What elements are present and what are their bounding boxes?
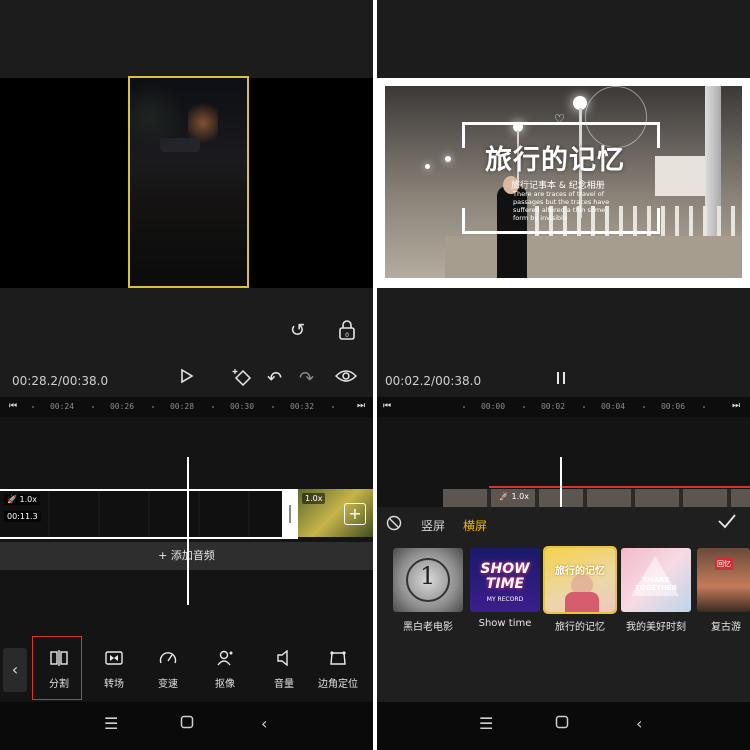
template-card-selected[interactable]: 旅行的记忆 旅行的记忆 — [543, 546, 617, 633]
clip-selection-line — [489, 486, 750, 488]
clip-speed-badge: 🚀 1.0x — [499, 492, 529, 501]
tab-landscape[interactable]: 横屏 — [463, 517, 487, 534]
timeline-tick: 00:32 — [289, 402, 315, 411]
menu-icon[interactable]: ☰ — [479, 714, 493, 733]
timeline-tick: 00:28 — [169, 402, 195, 411]
jump-start-icon[interactable]: ⏮ — [9, 401, 17, 411]
timeline-tick: 00:24 — [49, 402, 75, 411]
eye-icon[interactable] — [334, 368, 358, 389]
add-clip-button[interactable]: + — [344, 503, 366, 525]
svg-text:0: 0 — [345, 332, 349, 339]
controls-bar: 00:02.2/00:38.0 — [377, 288, 750, 397]
video-clip[interactable]: 🚀 1.0x — [443, 489, 750, 507]
system-nav-bar: ☰ ‹ — [0, 702, 373, 750]
template-name: 旅行的记忆 — [555, 622, 605, 633]
template-name: Show time — [478, 618, 532, 629]
timeline-ruler[interactable]: ⏮ 00:24 00:26 00:28 00:30 00:32 ⏭ — [0, 397, 373, 417]
template-card[interactable]: SHARE TOGETHER 我的美好时刻 — [621, 548, 691, 633]
redo-icon[interactable]: ↷ — [299, 368, 314, 389]
jump-end-icon[interactable]: ⏭ — [732, 401, 740, 411]
heart-icon: ♡ — [554, 112, 565, 126]
template-card[interactable]: 1 黑白老电影 — [393, 548, 463, 633]
video-frame[interactable]: ♡ 旅行的记忆 旅行记事本 & 纪念相册 There are traces of… — [385, 86, 742, 278]
transition-icon — [85, 650, 143, 672]
keyframe-add-icon[interactable] — [232, 368, 254, 391]
clip-speed-badge: 🚀 1.0x — [4, 494, 40, 505]
tool-corner-pin[interactable]: 边角定位 — [309, 650, 367, 690]
timeline-tick: 00:00 — [480, 402, 506, 411]
time-display: 00:02.2/00:38.0 — [385, 374, 482, 388]
play-icon[interactable] — [180, 368, 194, 389]
reset-icon[interactable]: ↺ — [290, 320, 305, 341]
tool-cutout[interactable]: 抠像 — [196, 650, 254, 690]
jump-start-icon[interactable]: ⏮ — [383, 401, 391, 411]
playhead[interactable] — [187, 457, 189, 605]
next-clip[interactable]: 1.0x + — [298, 489, 373, 537]
home-icon[interactable] — [180, 714, 194, 733]
cutout-icon — [196, 650, 254, 672]
volume-icon — [255, 649, 313, 672]
tool-transition[interactable]: 转场 — [85, 650, 143, 690]
controls-bar: ↺ 0 00:28.2/00:38.0 ↶ ↷ — [0, 288, 373, 397]
playhead[interactable] — [560, 457, 562, 507]
menu-icon[interactable]: ☰ — [104, 714, 118, 733]
tool-volume[interactable]: 音量 — [255, 649, 313, 690]
back-icon[interactable]: ‹ — [261, 714, 267, 733]
video-frame[interactable] — [128, 76, 249, 288]
clip-trim-handle[interactable] — [282, 489, 298, 539]
timeline-tick: 00:02 — [540, 402, 566, 411]
timeline-tick: 00:04 — [600, 402, 626, 411]
home-icon[interactable] — [555, 714, 569, 733]
undo-icon[interactable]: ↶ — [267, 368, 282, 389]
timeline-tick: 00:30 — [229, 402, 255, 411]
tab-portrait[interactable]: 竖屏 — [421, 517, 445, 534]
left-editor-panel: ↺ 0 00:28.2/00:38.0 ↶ ↷ ⏮ 00:24 00:26 00… — [0, 0, 373, 750]
video-body-text: There are traces of travel of passages b… — [513, 190, 610, 222]
preview-top-bar — [377, 0, 750, 78]
right-editor-panel: ♡ 旅行的记忆 旅行记事本 & 纪念相册 There are traces of… — [377, 0, 750, 750]
video-clip[interactable]: 🚀 1.0x 00:11.3 — [0, 489, 290, 539]
template-name: 黑白老电影 — [403, 622, 453, 633]
template-card[interactable]: SHOW TIME MY RECORD Show time — [470, 548, 540, 629]
video-preview[interactable]: ♡ 旅行的记忆 旅行记事本 & 纪念相册 There are traces of… — [377, 78, 750, 288]
speed-icon — [139, 650, 197, 672]
toolbar-back-button[interactable]: ‹ — [3, 648, 27, 692]
template-name: 我的美好时刻 — [626, 622, 686, 633]
timeline-ruler[interactable]: ⏮ 00:00 00:02 00:04 00:06 ⏭ — [377, 397, 750, 417]
timeline-area[interactable]: 🚀 1.0x — [377, 417, 750, 507]
split-icon — [30, 650, 88, 672]
none-icon[interactable] — [386, 515, 402, 535]
system-nav-bar: ☰ ‹ — [377, 702, 750, 750]
timeline-area[interactable]: 🚀 1.0x 00:11.3 1.0x + + 添加音频 — [0, 417, 373, 635]
corner-pin-icon — [309, 650, 367, 672]
preview-top-bar — [0, 0, 373, 78]
template-name: 复古游 — [711, 622, 741, 633]
timeline-tick: 00:06 — [660, 402, 686, 411]
confirm-check-icon[interactable] — [717, 513, 737, 533]
video-title: 旅行的记忆 — [485, 145, 625, 176]
time-display: 00:28.2/00:38.0 — [12, 374, 109, 388]
pause-icon[interactable] — [555, 369, 567, 390]
tool-split[interactable]: 分割 — [30, 650, 88, 690]
template-card[interactable]: 回忆 复古游 — [697, 548, 750, 633]
lock-icon[interactable]: 0 — [338, 320, 356, 345]
timeline-tick: 00:26 — [109, 402, 135, 411]
video-preview[interactable] — [0, 76, 373, 288]
next-clip-speed-badge: 1.0x — [302, 493, 326, 504]
tool-speed[interactable]: 变速 — [139, 650, 197, 690]
jump-end-icon[interactable]: ⏭ — [357, 401, 365, 411]
clip-duration-badge: 00:11.3 — [4, 511, 41, 522]
back-icon[interactable]: ‹ — [636, 714, 642, 733]
